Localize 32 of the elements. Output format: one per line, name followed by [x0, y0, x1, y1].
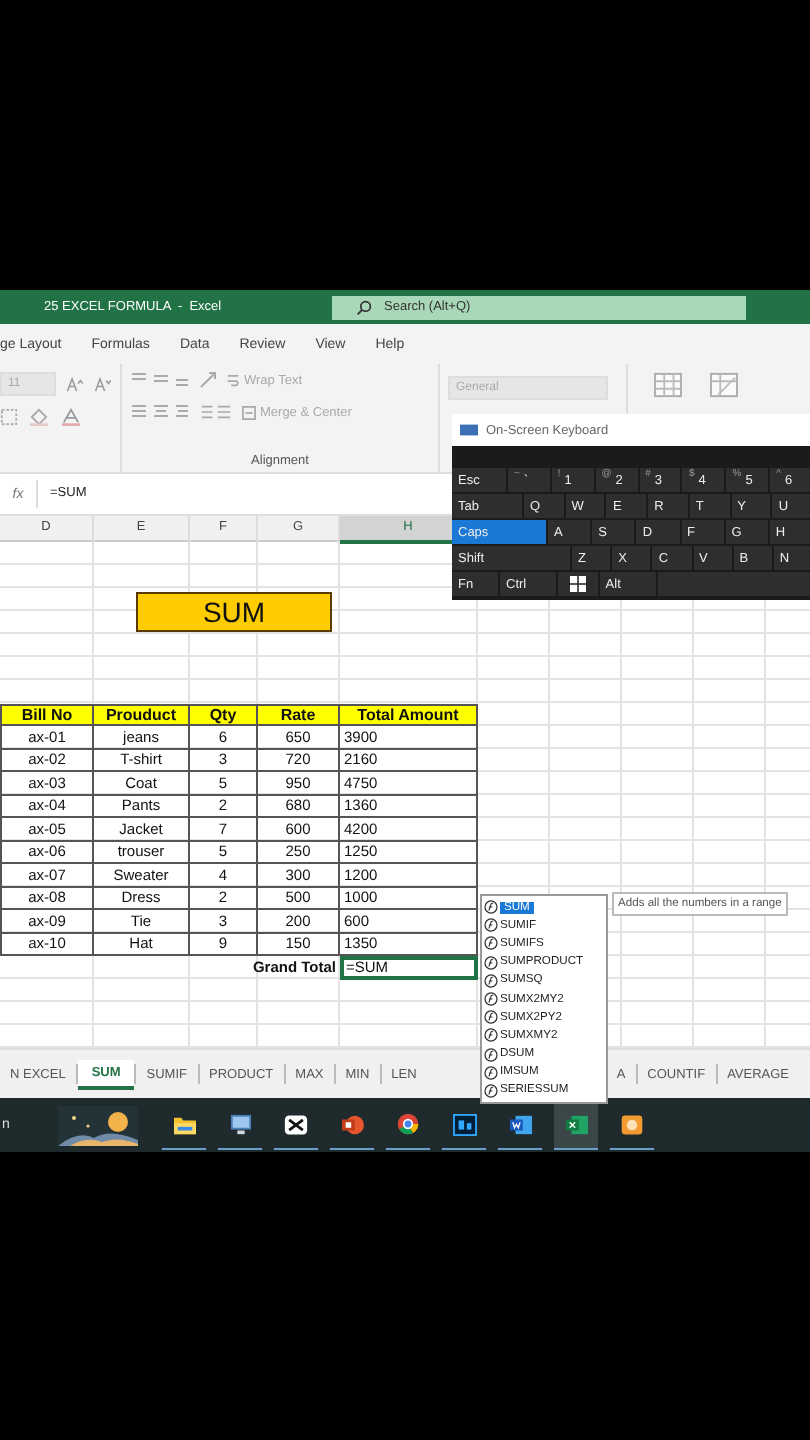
slides-app-icon: [339, 1113, 365, 1135]
search-icon: [356, 299, 372, 315]
orientation-icon: [200, 372, 216, 388]
column-heading: Total Amount: [340, 703, 478, 726]
windows-icon: [569, 576, 586, 592]
column-heading: Rate: [258, 703, 340, 726]
column-heading: Bill No: [0, 703, 94, 726]
merge-icon: [242, 405, 256, 419]
document-app-icon: [507, 1113, 533, 1135]
keyboard-icon: [460, 424, 478, 436]
monitor-icon: [227, 1113, 253, 1135]
column-heading: Qty: [190, 703, 258, 726]
recorder-icon: [620, 1113, 644, 1135]
align-top-icon: [130, 372, 190, 388]
table-format-icon: [708, 372, 740, 398]
taskbar-app[interactable]: [554, 1100, 598, 1150]
shrink-font-icon: [93, 375, 113, 393]
photo-app-icon: [451, 1113, 477, 1135]
title-banner: SUM: [136, 592, 332, 632]
font-color-icon: [60, 408, 82, 426]
column-heading: Prouduct: [94, 703, 190, 726]
windows-key[interactable]: [557, 572, 598, 596]
grow-font-icon: [65, 375, 84, 393]
folder-icon: [171, 1113, 197, 1135]
browser-icon: [396, 1112, 420, 1136]
borders-icon: [0, 408, 18, 426]
table-format-icon: [652, 372, 684, 398]
align-center-icon: [130, 404, 190, 420]
indent-icon: [200, 404, 232, 420]
wrap-text-icon: [226, 373, 240, 387]
spreadsheet-app-icon: [563, 1113, 589, 1135]
fill-color-icon: [28, 408, 50, 426]
